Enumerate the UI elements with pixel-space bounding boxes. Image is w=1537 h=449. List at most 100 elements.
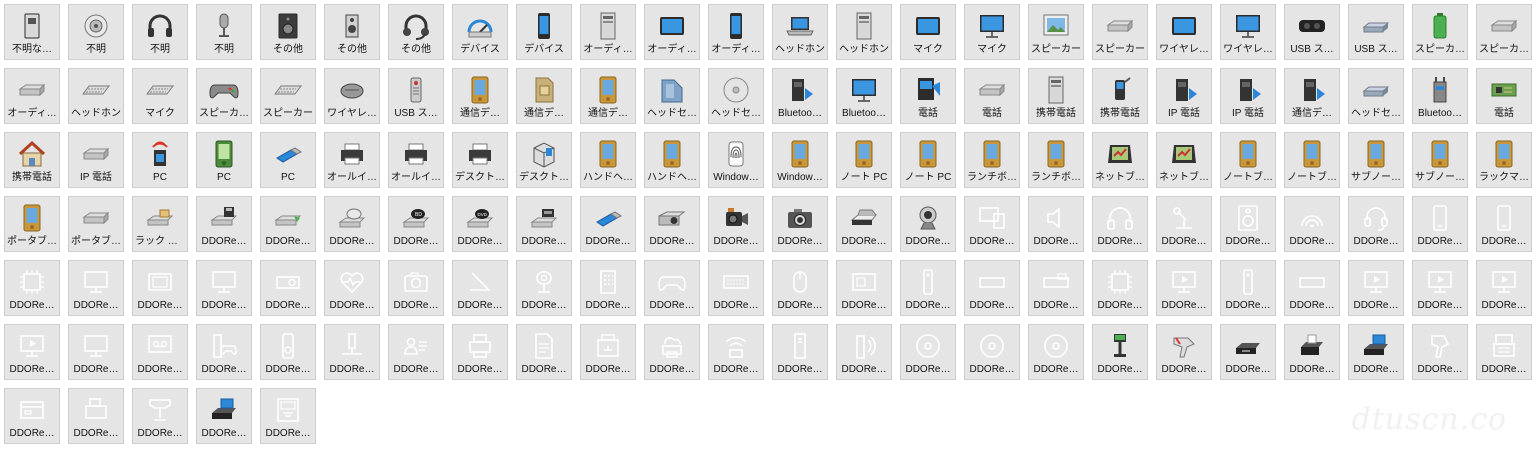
device-tile[interactable]: ラック マ…: [132, 196, 188, 252]
device-tile[interactable]: DDORe…: [836, 324, 892, 380]
device-tile[interactable]: DDORe…: [1284, 324, 1340, 380]
device-tile[interactable]: サブノー…: [1412, 132, 1468, 188]
device-tile[interactable]: DDORe…: [1156, 324, 1212, 380]
device-tile[interactable]: オーディ…: [708, 4, 764, 60]
device-tile[interactable]: DDORe…: [1092, 324, 1148, 380]
device-tile[interactable]: DDORe…: [388, 260, 444, 316]
device-tile[interactable]: ランチボ…: [964, 132, 1020, 188]
device-tile[interactable]: IP 電話: [1156, 68, 1212, 124]
device-tile[interactable]: DDORe…: [516, 324, 572, 380]
device-tile[interactable]: DDORe…: [1028, 260, 1084, 316]
device-tile[interactable]: DDORe…: [68, 260, 124, 316]
device-tile[interactable]: IP 電話: [68, 132, 124, 188]
device-tile[interactable]: オールイ…: [324, 132, 380, 188]
device-tile[interactable]: マイク: [132, 68, 188, 124]
device-tile[interactable]: 電話: [1476, 68, 1532, 124]
device-tile[interactable]: デスクト…: [452, 132, 508, 188]
device-tile[interactable]: DDORe…: [644, 260, 700, 316]
device-tile[interactable]: DVD DDORe…: [452, 196, 508, 252]
device-tile[interactable]: ネットブック: [1156, 132, 1212, 188]
device-tile[interactable]: DDORe…: [1092, 260, 1148, 316]
device-tile[interactable]: デバイス: [452, 4, 508, 60]
device-tile[interactable]: DDORe…: [1476, 196, 1532, 252]
device-tile[interactable]: DDORe…: [1476, 260, 1532, 316]
device-tile[interactable]: PC: [260, 132, 316, 188]
device-tile[interactable]: DDORe…: [900, 260, 956, 316]
device-tile[interactable]: スピーカー: [1028, 4, 1084, 60]
device-tile[interactable]: DDORe…: [1348, 324, 1404, 380]
device-tile[interactable]: 携帯電話: [1092, 68, 1148, 124]
device-tile[interactable]: DDORe…: [964, 324, 1020, 380]
device-tile[interactable]: ハンドヘ…: [580, 132, 636, 188]
device-tile[interactable]: スピーカ…: [1412, 4, 1468, 60]
device-tile[interactable]: サブノー…: [1348, 132, 1404, 188]
device-tile[interactable]: その他: [388, 4, 444, 60]
device-tile[interactable]: DDORe…: [4, 388, 60, 444]
device-tile[interactable]: DDORe…: [196, 324, 252, 380]
device-tile[interactable]: DDORe…: [1284, 196, 1340, 252]
device-tile[interactable]: DDORe…: [772, 324, 828, 380]
device-tile[interactable]: ランチボ…: [1028, 132, 1084, 188]
device-tile[interactable]: マイク: [964, 4, 1020, 60]
device-tile[interactable]: ヘッドホン: [836, 4, 892, 60]
device-tile[interactable]: 電話: [964, 68, 1020, 124]
device-tile[interactable]: オーディ…: [644, 4, 700, 60]
device-tile[interactable]: DDORe…: [964, 260, 1020, 316]
device-tile[interactable]: DDORe…: [1412, 324, 1468, 380]
device-tile[interactable]: 不明: [196, 4, 252, 60]
device-tile[interactable]: ヘッドセ…: [708, 68, 764, 124]
device-tile[interactable]: DDORe…: [132, 324, 188, 380]
device-tile[interactable]: DDORe…: [132, 260, 188, 316]
device-tile[interactable]: DDORe…: [772, 196, 828, 252]
device-tile[interactable]: BD DDORe…: [388, 196, 444, 252]
device-tile[interactable]: DDORe…: [836, 260, 892, 316]
device-tile[interactable]: 通信デ…: [516, 68, 572, 124]
device-tile[interactable]: DDORe…: [644, 324, 700, 380]
device-tile[interactable]: DDORe…: [260, 260, 316, 316]
device-tile[interactable]: DDORe…: [708, 196, 764, 252]
device-tile[interactable]: 携帯電話: [1028, 68, 1084, 124]
device-tile[interactable]: オーディ…: [4, 68, 60, 124]
device-tile[interactable]: その他: [260, 4, 316, 60]
device-tile[interactable]: DDORe…: [1156, 260, 1212, 316]
device-tile[interactable]: ノート PC: [900, 132, 956, 188]
device-tile[interactable]: ヘッドホン: [68, 68, 124, 124]
device-tile[interactable]: ネットブック: [1092, 132, 1148, 188]
device-tile[interactable]: ワイヤレ…: [1156, 4, 1212, 60]
device-tile[interactable]: ハンドヘ…: [644, 132, 700, 188]
device-tile[interactable]: DDORe…: [516, 196, 572, 252]
device-tile[interactable]: Window…: [772, 132, 828, 188]
device-tile[interactable]: ラックマ…: [1476, 132, 1532, 188]
device-tile[interactable]: DDORe…: [1220, 260, 1276, 316]
device-tile[interactable]: DDORe…: [516, 260, 572, 316]
device-tile[interactable]: DDORe…: [324, 260, 380, 316]
device-tile[interactable]: DDORe…: [1156, 196, 1212, 252]
device-tile[interactable]: USB ス…: [1284, 4, 1340, 60]
device-tile[interactable]: DDORe…: [836, 196, 892, 252]
device-tile[interactable]: DDORe…: [132, 388, 188, 444]
device-tile[interactable]: DDORe…: [900, 324, 956, 380]
device-tile[interactable]: IP 電話: [1220, 68, 1276, 124]
device-tile[interactable]: DDORe…: [772, 260, 828, 316]
device-tile[interactable]: その他: [324, 4, 380, 60]
device-tile[interactable]: DDORe…: [324, 196, 380, 252]
device-tile[interactable]: DDORe…: [580, 260, 636, 316]
device-tile[interactable]: PC: [132, 132, 188, 188]
device-tile[interactable]: ヘッドホン: [772, 4, 828, 60]
device-tile[interactable]: DDORe…: [1284, 260, 1340, 316]
device-tile[interactable]: DDORe…: [452, 260, 508, 316]
device-tile[interactable]: DDORe…: [4, 260, 60, 316]
device-tile[interactable]: DDORe…: [1348, 196, 1404, 252]
device-tile[interactable]: ヘッドセ…: [1348, 68, 1404, 124]
device-tile[interactable]: USB ス…: [388, 68, 444, 124]
device-tile[interactable]: DDORe…: [196, 260, 252, 316]
device-tile[interactable]: DDORe…: [1412, 196, 1468, 252]
device-tile[interactable]: USB ス…: [1348, 4, 1404, 60]
device-tile[interactable]: DDORe…: [68, 388, 124, 444]
device-tile[interactable]: デスクト…: [516, 132, 572, 188]
device-tile[interactable]: マイク: [900, 4, 956, 60]
device-tile[interactable]: DDORe…: [1220, 196, 1276, 252]
device-tile[interactable]: DDORe…: [1028, 324, 1084, 380]
device-tile[interactable]: ヘッドセ…: [644, 68, 700, 124]
device-tile[interactable]: DDORe…: [196, 196, 252, 252]
